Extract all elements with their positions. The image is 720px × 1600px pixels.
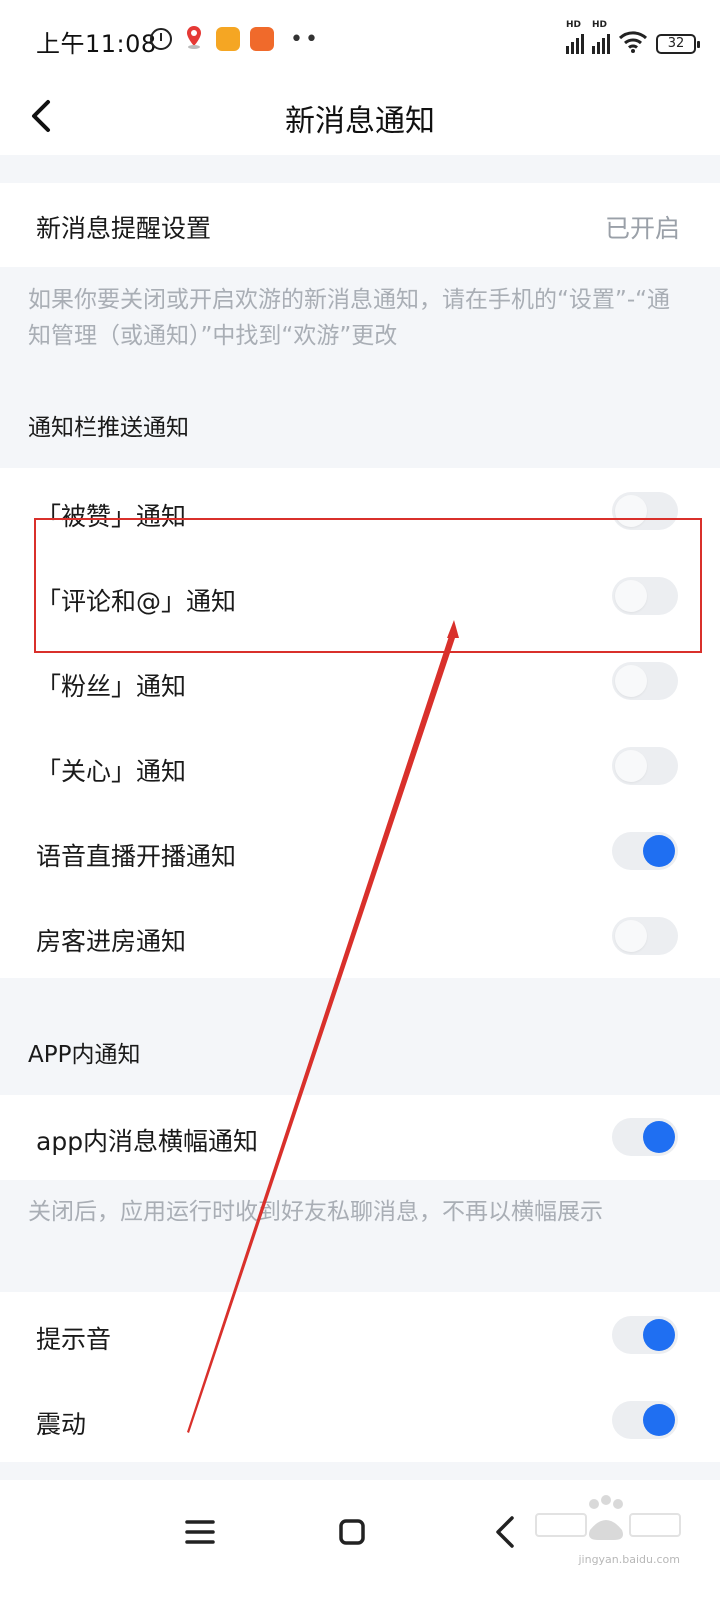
vibrate-label: 震动: [36, 1410, 87, 1439]
baidu-watermark-logo: [535, 1495, 681, 1540]
live-start-notification-label: 语音直播开播通知: [36, 842, 237, 871]
wifi-icon: [618, 30, 648, 54]
sound-label: 提示音: [36, 1325, 112, 1354]
reminder-settings-label: 新消息提醒设置: [36, 214, 212, 243]
status-notification-icons: ••: [150, 24, 320, 54]
reminder-status-value: 已开启: [604, 214, 680, 243]
more-notifications-icon: ••: [290, 26, 320, 52]
push-section-title: 通知栏推送通知: [28, 415, 189, 441]
status-time: 上午11:08: [36, 30, 157, 58]
likes-notification-toggle[interactable]: [612, 492, 678, 530]
guest-enter-notification-toggle[interactable]: [612, 917, 678, 955]
toggle-knob: [615, 750, 647, 782]
alarm-icon: [150, 28, 172, 50]
battery-icon: 32: [656, 34, 700, 54]
menu-icon: [185, 1520, 215, 1544]
system-back-button[interactable]: [476, 1502, 536, 1562]
toggle-knob: [615, 920, 647, 952]
status-bar: 上午11:08 •• HD HD 32: [0, 0, 720, 80]
toggle-knob: [643, 1404, 675, 1436]
sound-toggle[interactable]: [612, 1316, 678, 1354]
reminder-hint: 如果你要关闭或开启欢游的新消息通知，请在手机的“设置”-“通知管理（或通知）”中…: [28, 287, 671, 349]
app-icon: [250, 27, 274, 51]
banner-notification-row: app内消息横幅通知: [0, 1095, 720, 1180]
care-notification-label: 「关心」通知: [36, 757, 187, 786]
fans-notification-toggle[interactable]: [612, 662, 678, 700]
fans-notification-label: 「粉丝」通知: [36, 672, 187, 701]
notes-app-icon: [216, 27, 240, 51]
home-square-icon: [339, 1519, 365, 1545]
status-system-icons: HD HD 32: [566, 20, 700, 54]
toggle-knob: [615, 495, 647, 527]
care-notification-toggle[interactable]: [612, 747, 678, 785]
back-triangle-icon: [496, 1516, 514, 1548]
banner-notification-toggle[interactable]: [612, 1118, 678, 1156]
toggle-knob: [643, 835, 675, 867]
map-pin-app-icon: [182, 24, 206, 54]
guest-enter-notification-label: 房客进房通知: [36, 927, 187, 956]
reminder-settings-row[interactable]: 新消息提醒设置 已开启: [0, 183, 720, 267]
toggle-knob: [615, 580, 647, 612]
toggle-knob: [643, 1121, 675, 1153]
hd-signal-icon: HD: [566, 20, 584, 54]
comments-notification-toggle[interactable]: [612, 577, 678, 615]
banner-notification-label: app内消息横幅通知: [36, 1127, 259, 1156]
live-start-notification-toggle[interactable]: [612, 832, 678, 870]
app-section-title: APP内通知: [28, 1042, 141, 1068]
comments-notification-label: 「评论和@」通知: [36, 587, 237, 616]
hd-signal-icon: HD: [592, 20, 610, 54]
app-header: 新消息通知: [0, 80, 720, 155]
page-title: 新消息通知: [285, 104, 435, 139]
vibrate-toggle[interactable]: [612, 1401, 678, 1439]
sound-vibrate-list: 提示音 震动: [0, 1292, 720, 1462]
likes-notification-label: 「被赞」通知: [36, 502, 187, 531]
home-button[interactable]: [322, 1502, 382, 1562]
push-settings-list: 「被赞」通知 「评论和@」通知 「粉丝」通知 「关心」通知 语音直播开播通知 房…: [0, 468, 720, 978]
watermark-url: jingyan.baidu.com: [578, 1553, 680, 1566]
toggle-knob: [615, 665, 647, 697]
banner-hint: 关闭后，应用运行时收到好友私聊消息，不再以横幅展示: [28, 1199, 603, 1225]
menu-button[interactable]: [170, 1502, 230, 1562]
toggle-knob: [643, 1319, 675, 1351]
